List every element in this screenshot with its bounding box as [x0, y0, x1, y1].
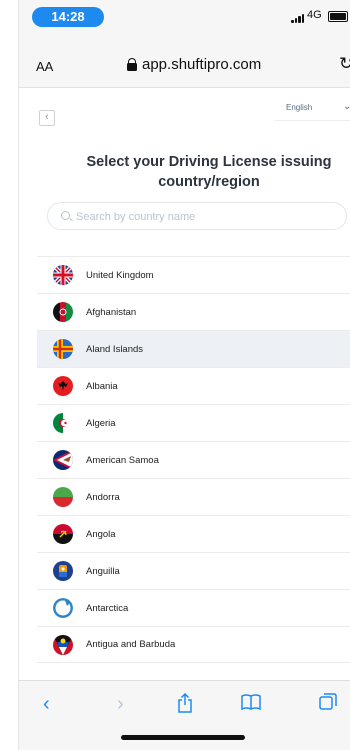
list-item[interactable]: Albania [37, 367, 350, 404]
algeria-flag-icon [53, 413, 73, 433]
country-name: Afghanistan [86, 306, 137, 318]
list-item[interactable]: Andorra [37, 478, 350, 515]
search-box[interactable] [47, 202, 347, 230]
antarctica-flag-icon [53, 598, 73, 618]
forward-arrow-icon[interactable]: › [117, 693, 124, 716]
network-type: 4G [307, 9, 322, 21]
browser-address-bar: AA app.shuftipro.com ↻ [19, 34, 350, 88]
list-item[interactable]: Antigua and Barbuda [37, 626, 350, 663]
list-item[interactable]: Antarctica [37, 589, 350, 626]
status-time: 14:28 [32, 7, 104, 27]
country-name: Angola [86, 528, 116, 540]
share-icon[interactable] [177, 692, 193, 719]
list-item[interactable]: Algeria [37, 404, 350, 441]
search-icon [61, 211, 70, 220]
country-name: Andorra [86, 491, 120, 503]
country-name: Antigua and Barbuda [86, 639, 176, 650]
status-bar: 14:28 4G [19, 0, 350, 34]
country-name: Antarctica [86, 602, 129, 614]
language-select[interactable]: English ⌄ [275, 101, 350, 121]
andorra-flag-icon [53, 487, 73, 507]
back-arrow-icon[interactable]: ‹ [43, 693, 50, 716]
back-button[interactable]: ‹ [39, 110, 55, 126]
signal-icon [291, 14, 304, 23]
country-list: United Kingdom Afghanistan Aland Islands… [37, 256, 350, 663]
list-item[interactable]: Aland Islands [37, 330, 350, 367]
angola-flag-icon [53, 524, 73, 544]
afghanistan-flag-icon [53, 302, 73, 322]
country-name: Aland Islands [86, 343, 144, 355]
uk-flag-icon [53, 265, 73, 285]
chevron-down-icon: ⌄ [343, 101, 350, 112]
albania-flag-icon [53, 376, 73, 396]
list-item[interactable]: Afghanistan [37, 293, 350, 330]
antigua-flag-icon [53, 634, 73, 655]
country-name: Albania [86, 380, 118, 392]
search-input[interactable] [76, 208, 336, 226]
battery-icon [328, 11, 348, 22]
url-text: app.shuftipro.com [142, 56, 262, 73]
bookmarks-icon[interactable] [241, 693, 261, 717]
language-value: English [286, 103, 313, 112]
country-name: Anguilla [86, 565, 120, 577]
phone-screen: 14:28 4G AA app.shuftipro.com ↻ ‹ Englis… [18, 0, 350, 750]
text-size-button[interactable]: AA [36, 59, 53, 74]
reload-icon[interactable]: ↻ [339, 54, 350, 74]
aland-flag-icon [53, 339, 73, 359]
home-indicator [121, 735, 245, 740]
tabs-icon[interactable] [319, 693, 337, 717]
list-item[interactable]: Angola [37, 515, 350, 552]
page-title: Select your Driving License issuing coun… [86, 154, 332, 190]
country-name: American Samoa [86, 454, 159, 466]
list-item[interactable]: Anguilla [37, 552, 350, 589]
country-name: United Kingdom [86, 269, 154, 281]
american-samoa-flag-icon [53, 450, 73, 470]
url-field[interactable]: app.shuftipro.com [127, 56, 261, 73]
list-item[interactable]: United Kingdom [37, 256, 350, 293]
list-item[interactable]: American Samoa [37, 441, 350, 478]
lock-icon [127, 58, 137, 71]
anguilla-flag-icon [53, 561, 73, 581]
country-name: Algeria [86, 417, 116, 429]
